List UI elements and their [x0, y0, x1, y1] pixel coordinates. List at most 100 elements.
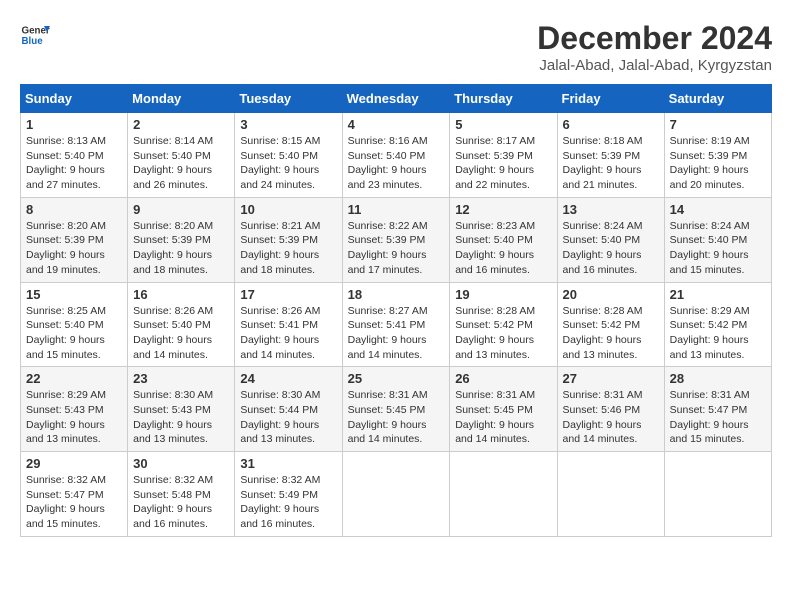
day-number: 14: [670, 202, 766, 217]
table-row: 8 Sunrise: 8:20 AM Sunset: 5:39 PM Dayli…: [21, 197, 128, 282]
day-detail: Sunrise: 8:20 AM Sunset: 5:39 PM Dayligh…: [26, 219, 122, 278]
day-detail: Sunrise: 8:32 AM Sunset: 5:49 PM Dayligh…: [240, 473, 336, 532]
day-detail: Sunrise: 8:18 AM Sunset: 5:39 PM Dayligh…: [563, 134, 659, 193]
table-row: 1 Sunrise: 8:13 AM Sunset: 5:40 PM Dayli…: [21, 113, 128, 198]
table-row: 29 Sunrise: 8:32 AM Sunset: 5:47 PM Dayl…: [21, 452, 128, 537]
day-detail: Sunrise: 8:13 AM Sunset: 5:40 PM Dayligh…: [26, 134, 122, 193]
table-row: 16 Sunrise: 8:26 AM Sunset: 5:40 PM Dayl…: [128, 282, 235, 367]
day-number: 15: [26, 287, 122, 302]
day-detail: Sunrise: 8:19 AM Sunset: 5:39 PM Dayligh…: [670, 134, 766, 193]
day-detail: Sunrise: 8:28 AM Sunset: 5:42 PM Dayligh…: [455, 304, 551, 363]
col-saturday: Saturday: [664, 85, 771, 113]
logo-icon: General Blue: [20, 20, 50, 50]
day-detail: Sunrise: 8:30 AM Sunset: 5:44 PM Dayligh…: [240, 388, 336, 447]
day-detail: Sunrise: 8:31 AM Sunset: 5:46 PM Dayligh…: [563, 388, 659, 447]
day-number: 10: [240, 202, 336, 217]
day-number: 20: [563, 287, 659, 302]
day-detail: Sunrise: 8:31 AM Sunset: 5:45 PM Dayligh…: [348, 388, 445, 447]
col-sunday: Sunday: [21, 85, 128, 113]
day-number: 26: [455, 371, 551, 386]
day-detail: Sunrise: 8:20 AM Sunset: 5:39 PM Dayligh…: [133, 219, 229, 278]
table-row: 28 Sunrise: 8:31 AM Sunset: 5:47 PM Dayl…: [664, 367, 771, 452]
table-row: 6 Sunrise: 8:18 AM Sunset: 5:39 PM Dayli…: [557, 113, 664, 198]
day-detail: Sunrise: 8:24 AM Sunset: 5:40 PM Dayligh…: [670, 219, 766, 278]
day-number: 12: [455, 202, 551, 217]
day-number: 17: [240, 287, 336, 302]
col-monday: Monday: [128, 85, 235, 113]
day-number: 23: [133, 371, 229, 386]
table-row: [664, 452, 771, 537]
day-detail: Sunrise: 8:23 AM Sunset: 5:40 PM Dayligh…: [455, 219, 551, 278]
day-number: 25: [348, 371, 445, 386]
calendar-week-row: 15 Sunrise: 8:25 AM Sunset: 5:40 PM Dayl…: [21, 282, 772, 367]
svg-text:Blue: Blue: [22, 36, 44, 47]
day-detail: Sunrise: 8:31 AM Sunset: 5:47 PM Dayligh…: [670, 388, 766, 447]
table-row: 11 Sunrise: 8:22 AM Sunset: 5:39 PM Dayl…: [342, 197, 450, 282]
day-detail: Sunrise: 8:14 AM Sunset: 5:40 PM Dayligh…: [133, 134, 229, 193]
day-detail: Sunrise: 8:21 AM Sunset: 5:39 PM Dayligh…: [240, 219, 336, 278]
day-detail: Sunrise: 8:17 AM Sunset: 5:39 PM Dayligh…: [455, 134, 551, 193]
table-row: 14 Sunrise: 8:24 AM Sunset: 5:40 PM Dayl…: [664, 197, 771, 282]
day-detail: Sunrise: 8:16 AM Sunset: 5:40 PM Dayligh…: [348, 134, 445, 193]
calendar-header-row: Sunday Monday Tuesday Wednesday Thursday…: [21, 85, 772, 113]
day-detail: Sunrise: 8:22 AM Sunset: 5:39 PM Dayligh…: [348, 219, 445, 278]
table-row: 20 Sunrise: 8:28 AM Sunset: 5:42 PM Dayl…: [557, 282, 664, 367]
day-detail: Sunrise: 8:26 AM Sunset: 5:40 PM Dayligh…: [133, 304, 229, 363]
table-row: 12 Sunrise: 8:23 AM Sunset: 5:40 PM Dayl…: [450, 197, 557, 282]
table-row: 4 Sunrise: 8:16 AM Sunset: 5:40 PM Dayli…: [342, 113, 450, 198]
calendar-week-row: 1 Sunrise: 8:13 AM Sunset: 5:40 PM Dayli…: [21, 113, 772, 198]
day-number: 21: [670, 287, 766, 302]
day-number: 11: [348, 202, 445, 217]
table-row: 5 Sunrise: 8:17 AM Sunset: 5:39 PM Dayli…: [450, 113, 557, 198]
day-detail: Sunrise: 8:32 AM Sunset: 5:47 PM Dayligh…: [26, 473, 122, 532]
table-row: 24 Sunrise: 8:30 AM Sunset: 5:44 PM Dayl…: [235, 367, 342, 452]
day-number: 8: [26, 202, 122, 217]
day-detail: Sunrise: 8:28 AM Sunset: 5:42 PM Dayligh…: [563, 304, 659, 363]
day-number: 28: [670, 371, 766, 386]
table-row: 13 Sunrise: 8:24 AM Sunset: 5:40 PM Dayl…: [557, 197, 664, 282]
col-thursday: Thursday: [450, 85, 557, 113]
day-detail: Sunrise: 8:26 AM Sunset: 5:41 PM Dayligh…: [240, 304, 336, 363]
table-row: 9 Sunrise: 8:20 AM Sunset: 5:39 PM Dayli…: [128, 197, 235, 282]
table-row: 23 Sunrise: 8:30 AM Sunset: 5:43 PM Dayl…: [128, 367, 235, 452]
month-title: December 2024: [537, 20, 772, 57]
day-number: 29: [26, 456, 122, 471]
table-row: 7 Sunrise: 8:19 AM Sunset: 5:39 PM Dayli…: [664, 113, 771, 198]
calendar-week-row: 29 Sunrise: 8:32 AM Sunset: 5:47 PM Dayl…: [21, 452, 772, 537]
day-number: 22: [26, 371, 122, 386]
table-row: 22 Sunrise: 8:29 AM Sunset: 5:43 PM Dayl…: [21, 367, 128, 452]
table-row: 18 Sunrise: 8:27 AM Sunset: 5:41 PM Dayl…: [342, 282, 450, 367]
calendar-week-row: 22 Sunrise: 8:29 AM Sunset: 5:43 PM Dayl…: [21, 367, 772, 452]
table-row: 2 Sunrise: 8:14 AM Sunset: 5:40 PM Dayli…: [128, 113, 235, 198]
day-number: 24: [240, 371, 336, 386]
day-detail: Sunrise: 8:29 AM Sunset: 5:42 PM Dayligh…: [670, 304, 766, 363]
table-row: 25 Sunrise: 8:31 AM Sunset: 5:45 PM Dayl…: [342, 367, 450, 452]
table-row: 10 Sunrise: 8:21 AM Sunset: 5:39 PM Dayl…: [235, 197, 342, 282]
col-wednesday: Wednesday: [342, 85, 450, 113]
day-number: 16: [133, 287, 229, 302]
day-number: 18: [348, 287, 445, 302]
location: Jalal-Abad, Jalal-Abad, Kyrgyzstan: [537, 57, 772, 74]
day-detail: Sunrise: 8:25 AM Sunset: 5:40 PM Dayligh…: [26, 304, 122, 363]
day-number: 6: [563, 117, 659, 132]
day-number: 1: [26, 117, 122, 132]
day-detail: Sunrise: 8:15 AM Sunset: 5:40 PM Dayligh…: [240, 134, 336, 193]
title-block: December 2024 Jalal-Abad, Jalal-Abad, Ky…: [537, 20, 772, 74]
day-detail: Sunrise: 8:29 AM Sunset: 5:43 PM Dayligh…: [26, 388, 122, 447]
table-row: 31 Sunrise: 8:32 AM Sunset: 5:49 PM Dayl…: [235, 452, 342, 537]
table-row: 15 Sunrise: 8:25 AM Sunset: 5:40 PM Dayl…: [21, 282, 128, 367]
day-number: 27: [563, 371, 659, 386]
day-number: 3: [240, 117, 336, 132]
day-detail: Sunrise: 8:24 AM Sunset: 5:40 PM Dayligh…: [563, 219, 659, 278]
calendar-week-row: 8 Sunrise: 8:20 AM Sunset: 5:39 PM Dayli…: [21, 197, 772, 282]
table-row: 19 Sunrise: 8:28 AM Sunset: 5:42 PM Dayl…: [450, 282, 557, 367]
table-row: 27 Sunrise: 8:31 AM Sunset: 5:46 PM Dayl…: [557, 367, 664, 452]
day-number: 13: [563, 202, 659, 217]
table-row: 21 Sunrise: 8:29 AM Sunset: 5:42 PM Dayl…: [664, 282, 771, 367]
calendar-table: Sunday Monday Tuesday Wednesday Thursday…: [20, 84, 772, 537]
day-number: 7: [670, 117, 766, 132]
table-row: 26 Sunrise: 8:31 AM Sunset: 5:45 PM Dayl…: [450, 367, 557, 452]
table-row: [342, 452, 450, 537]
col-tuesday: Tuesday: [235, 85, 342, 113]
day-number: 19: [455, 287, 551, 302]
